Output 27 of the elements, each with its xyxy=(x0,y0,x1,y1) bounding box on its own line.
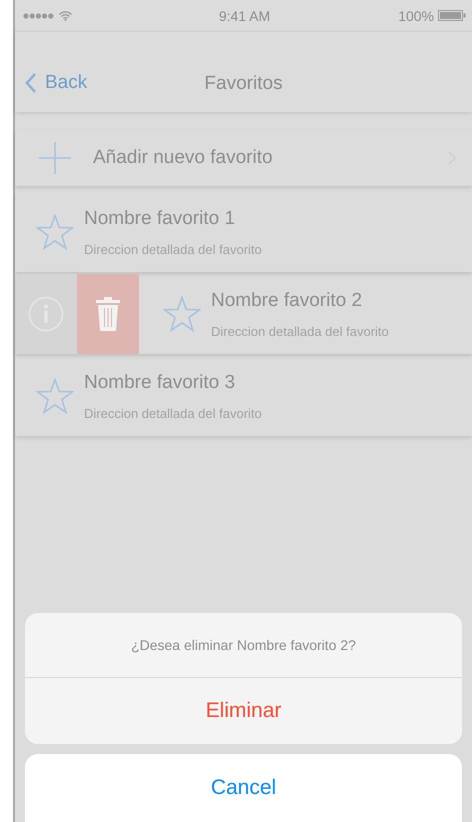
back-button[interactable]: Back xyxy=(15,72,88,94)
favorite-address: Direccion detallada del favorito xyxy=(84,242,262,256)
cancel-button[interactable]: Cancel xyxy=(25,754,462,822)
favorite-name: Nombre favorito 2 xyxy=(211,290,364,312)
delete-action[interactable] xyxy=(77,274,139,354)
favorite-row[interactable]: Nombre favorito 3 Direccion detallada del favorito xyxy=(15,356,472,436)
chevron-left-icon xyxy=(25,73,37,93)
favorite-name: Nombre favorito 1 xyxy=(84,208,236,230)
star-icon xyxy=(36,378,74,414)
favorite-address: Direccion detallada del favorito xyxy=(84,406,262,420)
battery-percent: 100% xyxy=(398,8,434,24)
info-action[interactable] xyxy=(15,274,77,354)
favorite-row[interactable]: Nombre favorito 1 Direccion detallada del favorito xyxy=(15,192,472,272)
star-icon xyxy=(163,296,201,332)
trash-icon xyxy=(96,297,120,331)
signal-icon xyxy=(23,12,55,18)
battery-icon xyxy=(438,10,466,21)
add-favorite-row[interactable]: Añadir nuevo favorito xyxy=(15,130,472,186)
screen-title: Favoritos xyxy=(204,73,283,95)
plus-icon xyxy=(39,142,71,174)
wifi-icon xyxy=(59,10,72,20)
favorite-address: Direccion detallada del favorito xyxy=(211,324,389,338)
star-icon xyxy=(36,214,74,250)
favorite-row[interactable]: Nombre favorito 2 Direccion detallada del favorito xyxy=(15,274,472,354)
status-time: 9:41 AM xyxy=(218,8,272,24)
add-favorite-label: Añadir nuevo favorito xyxy=(93,147,274,169)
favorite-name: Nombre favorito 3 xyxy=(84,372,236,394)
